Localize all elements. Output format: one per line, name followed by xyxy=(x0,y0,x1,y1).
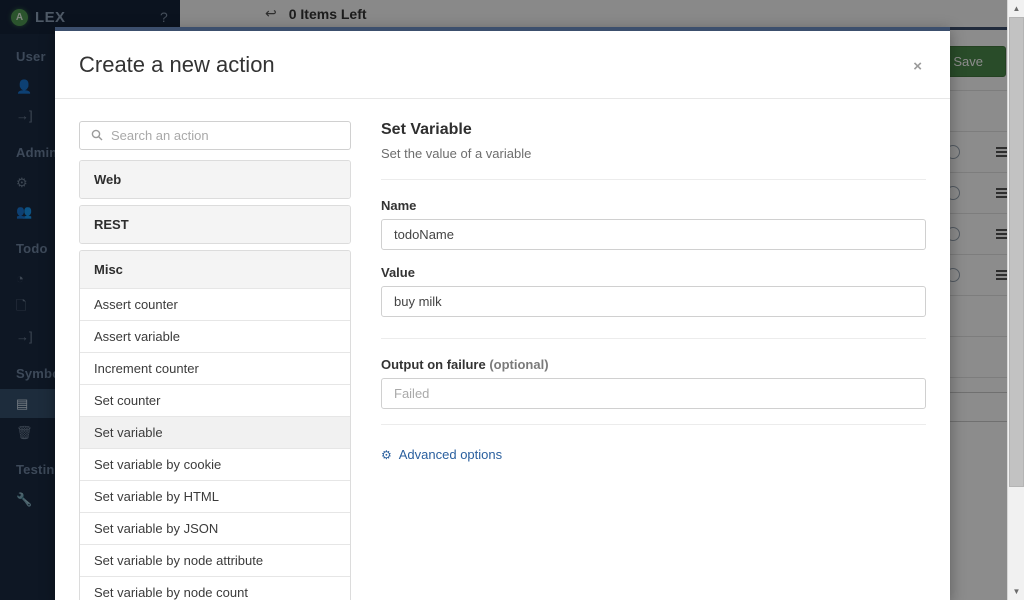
scrollbar-thumb[interactable] xyxy=(1009,17,1024,487)
search-field-wrap xyxy=(79,121,351,150)
divider xyxy=(381,179,926,180)
output-on-failure-input[interactable] xyxy=(381,378,926,409)
scroll-down-icon[interactable]: ▼ xyxy=(1008,583,1024,600)
app-root: A LEX User 👤 →] Admin ⚙ 👥 Todo ◔ 🗋 →] Symbols ▤ 🗑 Tes… xyxy=(0,0,1024,600)
action-list-item[interactable]: Increment counter xyxy=(80,352,350,384)
action-list-item[interactable]: Set variable xyxy=(80,416,350,448)
value-label: Value xyxy=(381,265,415,280)
output-on-failure-text: Output on failure xyxy=(381,357,486,372)
action-list-item[interactable]: Set variable by HTML xyxy=(80,480,350,512)
action-list-item[interactable]: Set variable by cookie xyxy=(80,448,350,480)
action-group-header[interactable]: Web xyxy=(80,161,350,198)
vertical-scrollbar[interactable]: ▲ ▼ xyxy=(1007,0,1024,600)
close-icon[interactable]: × xyxy=(907,57,928,76)
gear-icon: ⚙ xyxy=(381,447,392,462)
advanced-options-label: Advanced options xyxy=(398,447,503,462)
action-list-item[interactable]: Set counter xyxy=(80,384,350,416)
search-icon xyxy=(91,129,103,144)
scroll-up-icon[interactable]: ▲ xyxy=(1008,0,1024,17)
output-on-failure-label: Output on failure (optional) xyxy=(381,357,926,372)
output-on-failure-optional: (optional) xyxy=(489,357,549,372)
name-input[interactable] xyxy=(381,219,926,250)
modal-header: Create a new action × xyxy=(55,31,950,99)
name-label: Name xyxy=(381,198,417,213)
action-group: Misc Assert counter Assert variable Increme… xyxy=(79,250,351,600)
divider xyxy=(381,424,926,425)
action-group: REST xyxy=(79,205,351,244)
modal-title: Create a new action xyxy=(79,51,275,77)
action-title: Set Variable xyxy=(381,121,472,138)
action-list-item[interactable]: Assert variable xyxy=(80,320,350,352)
action-list-item[interactable]: Set variable by JSON xyxy=(80,512,350,544)
value-input[interactable] xyxy=(381,286,926,317)
action-group-header[interactable]: Misc xyxy=(80,251,350,288)
modal-body: Web REST MiscAssert counterAssert variable… xyxy=(55,99,950,600)
divider xyxy=(381,338,926,339)
action-description: Set the value of a variable xyxy=(381,146,532,161)
action-picker-panel: Web REST MiscAssert counterAssert variable… xyxy=(79,121,351,600)
action-list-item[interactable]: Set variable by node count xyxy=(80,576,350,600)
action-group: Web xyxy=(79,160,351,199)
advanced-options-link[interactable]: ⚙ Advanced options xyxy=(381,447,502,462)
action-list-item[interactable]: Assert counter xyxy=(80,288,350,320)
search-input[interactable] xyxy=(79,121,351,150)
action-group-header[interactable]: REST xyxy=(80,206,350,243)
action-list-item[interactable]: Set variable by node attribute xyxy=(80,544,350,576)
action-detail-panel: Set Variable Set the value of a variable… xyxy=(351,121,926,600)
create-action-modal: Create a new action × WebRESTMiscAssert … xyxy=(55,27,950,600)
